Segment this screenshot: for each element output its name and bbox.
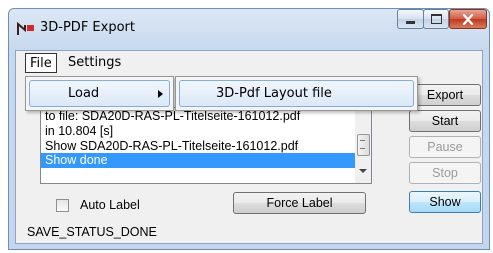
auto-label-checkbox[interactable] xyxy=(56,199,69,212)
auto-label-text: Auto Label xyxy=(80,198,140,212)
maximize-icon xyxy=(430,14,442,24)
list-item[interactable]: Show SDA20D-RAS-PL-Titelseite-161012.pdf xyxy=(45,139,298,154)
list-item[interactable]: to file: SDA20D-RAS-PL-Titelseite-161012… xyxy=(45,109,300,124)
submenu-arrow-icon xyxy=(158,90,163,98)
window-title: 3D-PDF Export xyxy=(40,20,135,35)
minimize-icon xyxy=(406,20,415,24)
export-button[interactable]: Export xyxy=(409,84,481,106)
status-text: SAVE_STATUS_DONE xyxy=(27,225,157,239)
menu-settings[interactable]: Settings xyxy=(64,53,125,73)
start-button[interactable]: Start xyxy=(409,110,481,132)
show-button[interactable]: Show xyxy=(409,191,481,213)
maximize-button[interactable] xyxy=(423,9,449,29)
menu-item-load[interactable] xyxy=(29,80,170,107)
close-button[interactable] xyxy=(449,9,487,29)
scroll-down-arrow-icon[interactable] xyxy=(359,169,367,173)
grip-icon xyxy=(360,140,365,149)
list-item[interactable]: Show done xyxy=(45,153,108,168)
app-icon xyxy=(17,21,35,36)
menu-item-layout-file-label: 3D-Pdf Layout file xyxy=(216,86,332,101)
close-icon xyxy=(462,13,474,25)
vertical-scrollbar[interactable] xyxy=(355,108,371,183)
menu-file[interactable]: File xyxy=(25,53,57,73)
menu-item-load-label: Load xyxy=(68,86,100,101)
stop-button[interactable]: Stop xyxy=(409,162,481,184)
list-item[interactable]: in 10.804 [s] xyxy=(45,124,113,139)
log-listbox[interactable]: to file: SDA20D-RAS-PL-Titelseite-161012… xyxy=(40,107,372,184)
minimize-button[interactable] xyxy=(397,9,424,29)
force-label-button[interactable]: Force Label xyxy=(233,192,366,214)
pause-button[interactable]: Pause xyxy=(409,136,481,158)
